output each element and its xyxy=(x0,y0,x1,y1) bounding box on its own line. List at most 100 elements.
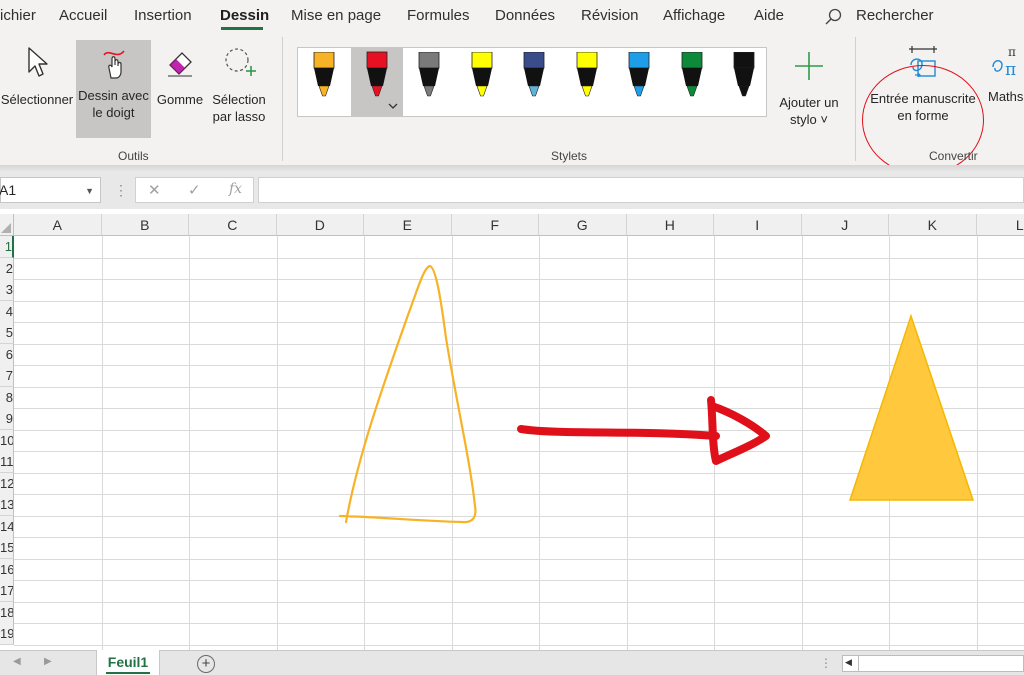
tab-mise-en-page[interactable]: Mise en page xyxy=(291,7,381,24)
group-label-stylets: Stylets xyxy=(551,149,588,163)
row-header-8[interactable]: 8 xyxy=(0,386,14,409)
ink-to-math-button[interactable]: π π Maths xyxy=(988,45,1024,121)
sheet-tab-bar: ◀ ▶ Feuil1 + ⋮ ◀ xyxy=(0,650,1024,675)
column-header-l[interactable]: L xyxy=(976,214,1024,236)
search-icon[interactable] xyxy=(824,7,844,27)
finger-draw-icon xyxy=(102,50,125,79)
row-gridline xyxy=(14,558,1024,560)
tab-split-grip-icon[interactable]: ⋮ xyxy=(820,656,832,670)
row-header-11[interactable]: 11 xyxy=(0,451,14,473)
column-header-g[interactable]: G xyxy=(539,214,627,236)
pen-black-button[interactable] xyxy=(730,51,758,108)
lasso-select-button[interactable]: Sélection par lasso xyxy=(208,41,270,141)
pen-galaxy-button[interactable] xyxy=(520,51,548,108)
pen-gallery xyxy=(297,47,767,117)
row-header-19[interactable]: 19 xyxy=(0,623,14,645)
column-header-h[interactable]: H xyxy=(626,214,714,236)
ribbon-bottom-shadow xyxy=(0,165,1024,173)
scroll-left-arrow-icon[interactable]: ◀ xyxy=(845,657,852,668)
pencil-grey-button[interactable] xyxy=(415,51,443,108)
enter-icon[interactable]: ✓ xyxy=(188,181,201,199)
pen-green-button[interactable] xyxy=(678,51,706,108)
tab-donnees[interactable]: Données xyxy=(495,7,555,24)
row-gridline xyxy=(14,644,1024,646)
select-button[interactable]: Sélectionner xyxy=(0,41,74,131)
column-gridline xyxy=(714,236,715,650)
name-box-dropdown-icon[interactable]: ▼ xyxy=(85,186,94,196)
formula-input[interactable] xyxy=(258,177,1024,203)
row-header-17[interactable]: 17 xyxy=(0,580,14,602)
horizontal-scrollbar[interactable] xyxy=(842,655,1024,672)
highlighter-yellow-button[interactable] xyxy=(468,51,496,108)
row-header-10[interactable]: 10 xyxy=(0,429,14,452)
formula-bar: A1 ▼ ⋮ ✕ ✓ fx xyxy=(0,173,1024,209)
group-separator xyxy=(282,37,283,161)
finger-draw-label-1: Dessin avec xyxy=(78,88,149,103)
column-gridline xyxy=(276,236,278,650)
column-header-b[interactable]: B xyxy=(101,214,189,236)
row-gridline xyxy=(14,472,1024,474)
row-header-1[interactable]: 1 xyxy=(0,236,14,258)
column-header-a[interactable]: A xyxy=(14,214,102,236)
row-header-9[interactable]: 9 xyxy=(0,408,14,430)
row-header-14[interactable]: 14 xyxy=(0,515,14,538)
row-header-5[interactable]: 5 xyxy=(0,322,14,344)
scroll-tabs-left-icon[interactable]: ◀ xyxy=(13,656,21,667)
finger-draw-label-2: le doigt xyxy=(92,105,135,120)
search-label[interactable]: Rechercher xyxy=(856,7,934,24)
column-gridline xyxy=(889,236,890,650)
scroll-tabs-right-icon[interactable]: ▶ xyxy=(44,656,52,667)
row-header-13[interactable]: 13 xyxy=(0,494,14,516)
column-header-i[interactable]: I xyxy=(714,214,802,236)
column-header-c[interactable]: C xyxy=(189,214,277,236)
tab-revision[interactable]: Révision xyxy=(581,7,639,24)
cancel-icon[interactable]: ✕ xyxy=(148,181,161,199)
pen-blue-button[interactable] xyxy=(625,51,653,108)
math-label: Maths xyxy=(988,89,1024,104)
column-header-d[interactable]: D xyxy=(276,214,364,236)
eraser-button[interactable]: Gomme xyxy=(153,41,207,131)
column-gridline xyxy=(189,236,190,650)
row-header-15[interactable]: 15 xyxy=(0,537,14,559)
name-box[interactable]: A1 ▼ xyxy=(0,177,101,203)
pen-dropdown-chevron-icon[interactable] xyxy=(388,103,398,110)
row-header-2[interactable]: 2 xyxy=(0,257,14,280)
tab-fichier[interactable]: ichier xyxy=(0,7,36,24)
column-header-f[interactable]: F xyxy=(451,214,539,236)
row-gridline xyxy=(14,601,1024,603)
tab-aide[interactable]: Aide xyxy=(754,7,784,24)
select-all-corner[interactable] xyxy=(0,214,14,236)
row-header-4[interactable]: 4 xyxy=(0,300,14,323)
column-header-k[interactable]: K xyxy=(889,214,977,236)
insert-function-icon[interactable]: fx xyxy=(229,181,242,197)
tab-affichage[interactable]: Affichage xyxy=(663,7,725,24)
row-header-16[interactable]: 16 xyxy=(0,558,14,581)
row-header-6[interactable]: 6 xyxy=(0,343,14,366)
row-header-18[interactable]: 18 xyxy=(0,601,14,624)
add-sheet-plus-icon[interactable]: + xyxy=(197,655,215,673)
column-header-e[interactable]: E xyxy=(364,214,452,236)
spreadsheet-grid[interactable]: A B C D E F G H I J K L 1 2 3 4 5 6 7 8 9 10 11 12 13 14 15 16 17 18 1… xyxy=(0,214,1024,650)
row-header-3[interactable]: 3 xyxy=(0,279,14,301)
finger-draw-button[interactable]: Dessin avec le doigt xyxy=(76,40,151,138)
lasso-icon xyxy=(225,48,256,76)
sheet-tab-label: Feuil1 xyxy=(107,654,149,670)
column-header-j[interactable]: J xyxy=(801,214,889,236)
row-gridline xyxy=(14,386,1024,388)
column-gridline xyxy=(101,236,103,650)
eraser-icon xyxy=(168,52,192,77)
tab-insertion[interactable]: Insertion xyxy=(134,7,192,24)
pen-orange-button[interactable] xyxy=(310,51,338,108)
row-header-7[interactable]: 7 xyxy=(0,365,14,387)
ribbon-dessin: Sélectionner Dessin avec le doigt Gomme xyxy=(0,33,1024,175)
svg-text:π: π xyxy=(1005,60,1016,80)
tab-accueil[interactable]: Accueil xyxy=(59,7,107,24)
tab-dessin[interactable]: Dessin xyxy=(220,7,269,24)
tab-formules[interactable]: Formules xyxy=(407,7,470,24)
name-box-value: A1 xyxy=(0,182,17,198)
add-pen-button[interactable]: Ajouter un stylo ˅ xyxy=(775,49,843,133)
row-gridline xyxy=(14,429,1024,431)
row-header-12[interactable]: 12 xyxy=(0,472,14,495)
highlighter-yellow-2-button[interactable] xyxy=(573,51,601,108)
formula-bar-grip-icon: ⋮ xyxy=(114,182,128,198)
